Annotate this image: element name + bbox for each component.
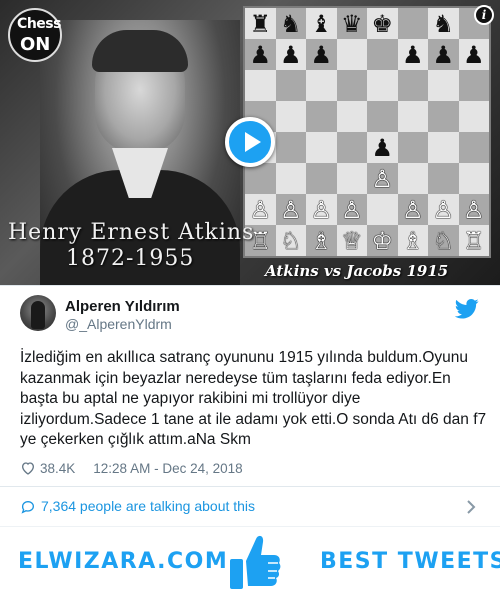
video-thumbnail[interactable]: Chess ON ♜ ♞ ♝ ♛ ♚ ♞ ♟ ♟ ♟ ♟ ♟ ♟ ♟ ♙ ♙ ♙ ♙ ♙ ♙ ♙ ♙ ♖ ♘ ♗ ♕ ♔ ♗ ♘ ♖ H… (0, 0, 500, 285)
info-icon[interactable]: i (474, 5, 494, 25)
chess-on-logo: Chess ON (6, 4, 68, 62)
chess-piece: ♚ (367, 8, 398, 39)
board-square (336, 132, 367, 163)
chess-piece: ♙ (336, 194, 367, 225)
board-square (245, 70, 276, 101)
tweet-meta: 38.4K 12:28 AM - Dec 24, 2018 (20, 459, 243, 477)
chess-piece: ♙ (428, 194, 459, 225)
board-square (275, 101, 306, 132)
chess-piece: ♞ (275, 8, 306, 39)
player-years: 1872-1955 (66, 246, 195, 271)
chess-piece: ♞ (428, 8, 459, 39)
tweet-card: Alperen Yıldırım @_AlperenYldrm İzlediği… (0, 285, 500, 526)
chess-piece: ♔ (367, 225, 398, 256)
chess-piece: ♙ (367, 163, 398, 194)
chess-piece: ♗ (306, 225, 337, 256)
board-square (397, 70, 428, 101)
chess-piece: ♖ (458, 225, 489, 256)
chess-piece: ♙ (275, 194, 306, 225)
board-square (458, 132, 489, 163)
board-square (428, 70, 459, 101)
tweet-text: İzlediğim en akıllıca satranç oyununu 19… (20, 349, 487, 448)
board-square (428, 132, 459, 163)
like-count[interactable]: 38.4K (40, 461, 75, 476)
board-square (367, 39, 398, 70)
comment-bubble-icon (21, 501, 34, 514)
board-square (336, 70, 367, 101)
play-button[interactable] (225, 117, 275, 167)
board-square (275, 70, 306, 101)
chess-piece: ♜ (245, 8, 276, 39)
chess-piece: ♟ (367, 132, 398, 163)
chess-piece: ♘ (275, 225, 306, 256)
board-square (367, 101, 398, 132)
board-square (397, 101, 428, 132)
board-square (306, 101, 337, 132)
play-icon (245, 132, 261, 152)
chess-piece: ♟ (397, 39, 428, 70)
chess-piece: ♙ (306, 194, 337, 225)
board-square (397, 8, 428, 39)
chess-piece: ♟ (245, 39, 276, 70)
board-square (458, 70, 489, 101)
site-name[interactable]: ELWIZARA.COM (18, 549, 228, 574)
chess-piece: ♟ (275, 39, 306, 70)
chess-piece: ♟ (458, 39, 489, 70)
board-square (245, 163, 276, 194)
twitter-bird-icon[interactable] (455, 299, 479, 319)
chess-piece: ♛ (336, 8, 367, 39)
board-square (275, 163, 306, 194)
chess-piece: ♝ (306, 8, 337, 39)
board-square (275, 132, 306, 163)
board-square (306, 70, 337, 101)
board-square (428, 101, 459, 132)
chess-piece: ♟ (428, 39, 459, 70)
chess-board: ♜ ♞ ♝ ♛ ♚ ♞ ♟ ♟ ♟ ♟ ♟ ♟ ♟ ♙ ♙ ♙ ♙ ♙ ♙ ♙ ♙ ♖ ♘ ♗ ♕ ♔ ♗ ♘ ♖ (243, 6, 491, 258)
board-square (367, 70, 398, 101)
talking-count[interactable]: 7,364 people are talking about this (41, 498, 255, 514)
chess-piece: ♘ (428, 225, 459, 256)
board-square (428, 163, 459, 194)
player-name: Henry Ernest Atkins (8, 220, 255, 245)
chess-piece: ♙ (397, 194, 428, 225)
tweet-timestamp[interactable]: 12:28 AM - Dec 24, 2018 (93, 461, 242, 476)
user-handle[interactable]: @_AlperenYldrm (65, 316, 172, 332)
heart-icon[interactable] (20, 460, 36, 476)
board-square (458, 163, 489, 194)
footer-banner: ELWIZARA.COM BEST TWEETS (0, 526, 500, 599)
board-square (306, 132, 337, 163)
board-square (458, 101, 489, 132)
board-square (397, 132, 428, 163)
thumbs-up-icon (230, 535, 281, 589)
game-caption: Atkins vs Jacobs 1915 (265, 262, 449, 280)
board-square (306, 163, 337, 194)
board-square (367, 194, 398, 225)
board-square (397, 163, 428, 194)
best-tweets-label: BEST TWEETS (320, 549, 500, 574)
board-square (336, 101, 367, 132)
chess-piece: ♙ (458, 194, 489, 225)
chess-piece: ♕ (336, 225, 367, 256)
board-square (336, 39, 367, 70)
avatar[interactable] (20, 295, 56, 331)
chevron-right-icon (467, 500, 476, 514)
conversation-link[interactable]: 7,364 people are talking about this (0, 486, 500, 525)
board-square (336, 163, 367, 194)
chess-piece: ♟ (306, 39, 337, 70)
display-name[interactable]: Alperen Yıldırım (65, 298, 180, 315)
chess-piece: ♗ (397, 225, 428, 256)
